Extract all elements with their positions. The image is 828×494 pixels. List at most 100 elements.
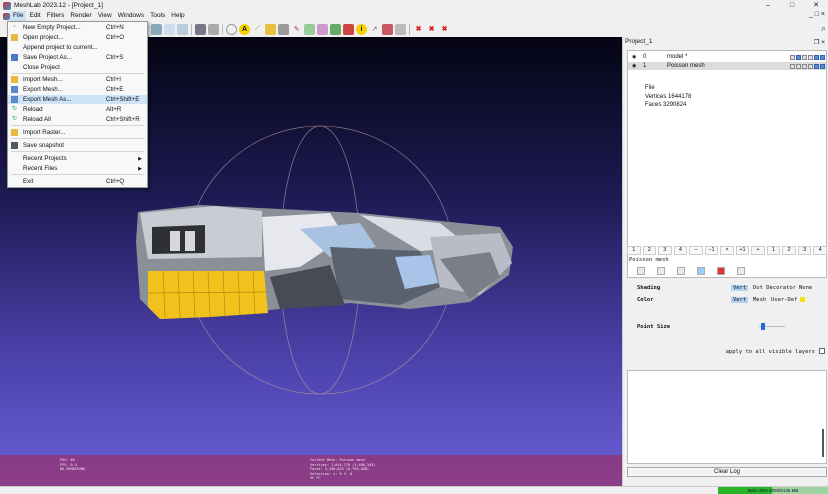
- split-view-icon[interactable]: [177, 23, 188, 35]
- layer-tool-icons[interactable]: [790, 63, 825, 69]
- measure-icon[interactable]: ⟋: [252, 24, 263, 35]
- texture-icon[interactable]: [330, 23, 341, 35]
- menu-filters[interactable]: Filters: [44, 11, 68, 21]
- layer-tool-icons[interactable]: [790, 54, 825, 60]
- menu-file[interactable]: File: [10, 11, 27, 21]
- preset-button[interactable]: ×: [720, 246, 734, 255]
- menu-render[interactable]: Render: [67, 11, 94, 21]
- color-user-def-option[interactable]: User-Def: [769, 297, 807, 303]
- annotation-a-icon[interactable]: A: [239, 23, 250, 35]
- shading-vert-option[interactable]: Vert: [731, 285, 749, 291]
- menu-item-save-project-as[interactable]: Save Project As... Ctrl+S: [8, 53, 147, 62]
- preset-button[interactable]: 4: [673, 246, 688, 255]
- menu-item-exit[interactable]: Exit Ctrl+Q: [8, 177, 147, 186]
- menu-view[interactable]: View: [95, 11, 115, 21]
- preset-button[interactable]: −: [689, 246, 703, 255]
- points-render-icon[interactable]: [208, 23, 219, 35]
- texture-mode-icon[interactable]: [737, 267, 745, 275]
- render-mode-text: BO_RENDERING: [60, 467, 86, 471]
- delete-all-icon[interactable]: ✖: [439, 24, 450, 35]
- user-color-swatch[interactable]: [799, 297, 805, 302]
- preset-button[interactable]: 1: [627, 246, 641, 255]
- menu-item-new-empty-project[interactable]: ▫ New Empty Project... Ctrl+N: [8, 23, 147, 32]
- toolbar-separator: [409, 23, 410, 35]
- align-icon[interactable]: [278, 23, 289, 35]
- preset-button[interactable]: +1: [735, 246, 750, 255]
- menu-item-label: Export Mesh As...: [23, 96, 72, 103]
- raster-icon[interactable]: [164, 23, 175, 35]
- info-icon[interactable]: i: [356, 23, 367, 35]
- menu-item-append-project[interactable]: Append project to current...: [8, 43, 147, 52]
- menu-item-save-snapshot[interactable]: Save snapshot: [8, 141, 147, 150]
- shading-none-option[interactable]: None: [797, 285, 814, 291]
- menu-item-close-project[interactable]: Close Project: [8, 63, 147, 72]
- select-faces-icon[interactable]: ✎: [291, 24, 302, 35]
- minimize-button[interactable]: –: [756, 0, 780, 11]
- box-render-icon[interactable]: [195, 23, 206, 35]
- menu-tools[interactable]: Tools: [147, 11, 168, 21]
- preset-button[interactable]: 2: [782, 246, 796, 255]
- log-area[interactable]: [627, 370, 827, 464]
- layer-row-model[interactable]: ◉ 0 model *: [628, 53, 826, 61]
- delete-selected-faces-icon[interactable]: ✖: [426, 24, 437, 35]
- trackball-icon[interactable]: [226, 23, 237, 35]
- preset-button[interactable]: 2: [642, 246, 657, 255]
- layer-details: File Vertices 1644178 Faces 3290824: [645, 84, 691, 110]
- point-size-slider-handle[interactable]: [761, 323, 765, 330]
- visibility-eye-icon[interactable]: ◉: [632, 63, 636, 69]
- menu-item-export-mesh-as[interactable]: Export Mesh As... Ctrl+Shift+E: [8, 95, 147, 104]
- flip-icon[interactable]: [395, 23, 406, 35]
- delete-faces-icon[interactable]: [343, 23, 354, 35]
- apply-all-checkbox[interactable]: [819, 348, 825, 354]
- app-menu-icon[interactable]: [3, 12, 10, 20]
- menu-item-recent-files[interactable]: Recent Files ▶: [8, 164, 147, 173]
- layer-row-poisson-mesh[interactable]: ◉ 1 Poisson mesh: [628, 62, 826, 70]
- points-mode-icon[interactable]: [657, 267, 665, 275]
- select-vertices-icon[interactable]: [304, 23, 315, 35]
- shading-dot-decorator-option[interactable]: Dot Decorator: [751, 285, 798, 291]
- menu-item-import-raster[interactable]: Import Raster...: [8, 128, 147, 137]
- menu-item-import-mesh[interactable]: Import Mesh... Ctrl+I: [8, 75, 147, 84]
- wire-mode-icon[interactable]: [677, 267, 685, 275]
- solid-mode-icon[interactable]: [717, 267, 725, 275]
- delete-vertices-icon[interactable]: ✖: [413, 24, 424, 35]
- preset-button[interactable]: 4: [813, 246, 827, 255]
- layers-toggle-icon[interactable]: [151, 23, 162, 35]
- menu-help[interactable]: Help: [168, 11, 187, 21]
- menu-windows[interactable]: Windows: [115, 11, 147, 21]
- close-button[interactable]: ✕: [804, 0, 828, 11]
- menu-item-export-mesh[interactable]: Export Mesh... Ctrl+E: [8, 85, 147, 94]
- panel-controls[interactable]: ❐ ×: [814, 38, 825, 46]
- preset-button[interactable]: 3: [797, 246, 812, 255]
- flat-mode-icon[interactable]: [697, 267, 705, 275]
- clear-log-button[interactable]: Clear Log: [627, 467, 827, 477]
- log-scrollbar[interactable]: [822, 429, 824, 457]
- preset-button[interactable]: +: [751, 246, 765, 255]
- mdi-controls[interactable]: _ □ ×: [809, 11, 825, 18]
- bbox-mode-icon[interactable]: [637, 267, 645, 275]
- menu-item-reload-all[interactable]: ↻ Reload All Ctrl+Shift+R: [8, 115, 147, 124]
- pick-points-icon[interactable]: ↗: [369, 24, 380, 35]
- menu-edit[interactable]: Edit: [26, 11, 43, 21]
- preset-button[interactable]: 3: [658, 246, 672, 255]
- preset-button[interactable]: −1: [704, 246, 719, 255]
- import-mesh-icon: [11, 76, 18, 83]
- visibility-eye-icon[interactable]: ◉: [632, 54, 636, 60]
- select-connected-icon[interactable]: [317, 23, 328, 35]
- maximize-button[interactable]: □: [780, 0, 804, 11]
- fill-icon[interactable]: [382, 23, 393, 35]
- menu-item-recent-projects[interactable]: Recent Projects ▶: [8, 154, 147, 163]
- color-vert-option[interactable]: Vert: [731, 297, 749, 303]
- window-controls: – □ ✕: [756, 0, 828, 11]
- menu-item-shortcut: Ctrl+S: [106, 54, 124, 61]
- menu-item-open-project[interactable]: Open project... Ctrl+O: [8, 33, 147, 42]
- menu-item-reload[interactable]: ↻ Reload Alt+R: [8, 105, 147, 114]
- color-mesh-option[interactable]: Mesh: [751, 297, 768, 303]
- meshlab-logo-icon: [3, 1, 11, 10]
- file-menu-dropdown: ▫ New Empty Project... Ctrl+N Open proje…: [7, 21, 148, 188]
- menu-separator: [11, 125, 144, 126]
- paint-icon[interactable]: [265, 23, 276, 35]
- props-mesh-name: Poisson mesh: [629, 257, 669, 263]
- preset-button[interactable]: 1: [766, 246, 781, 255]
- search-icon[interactable]: ⌕: [821, 23, 826, 34]
